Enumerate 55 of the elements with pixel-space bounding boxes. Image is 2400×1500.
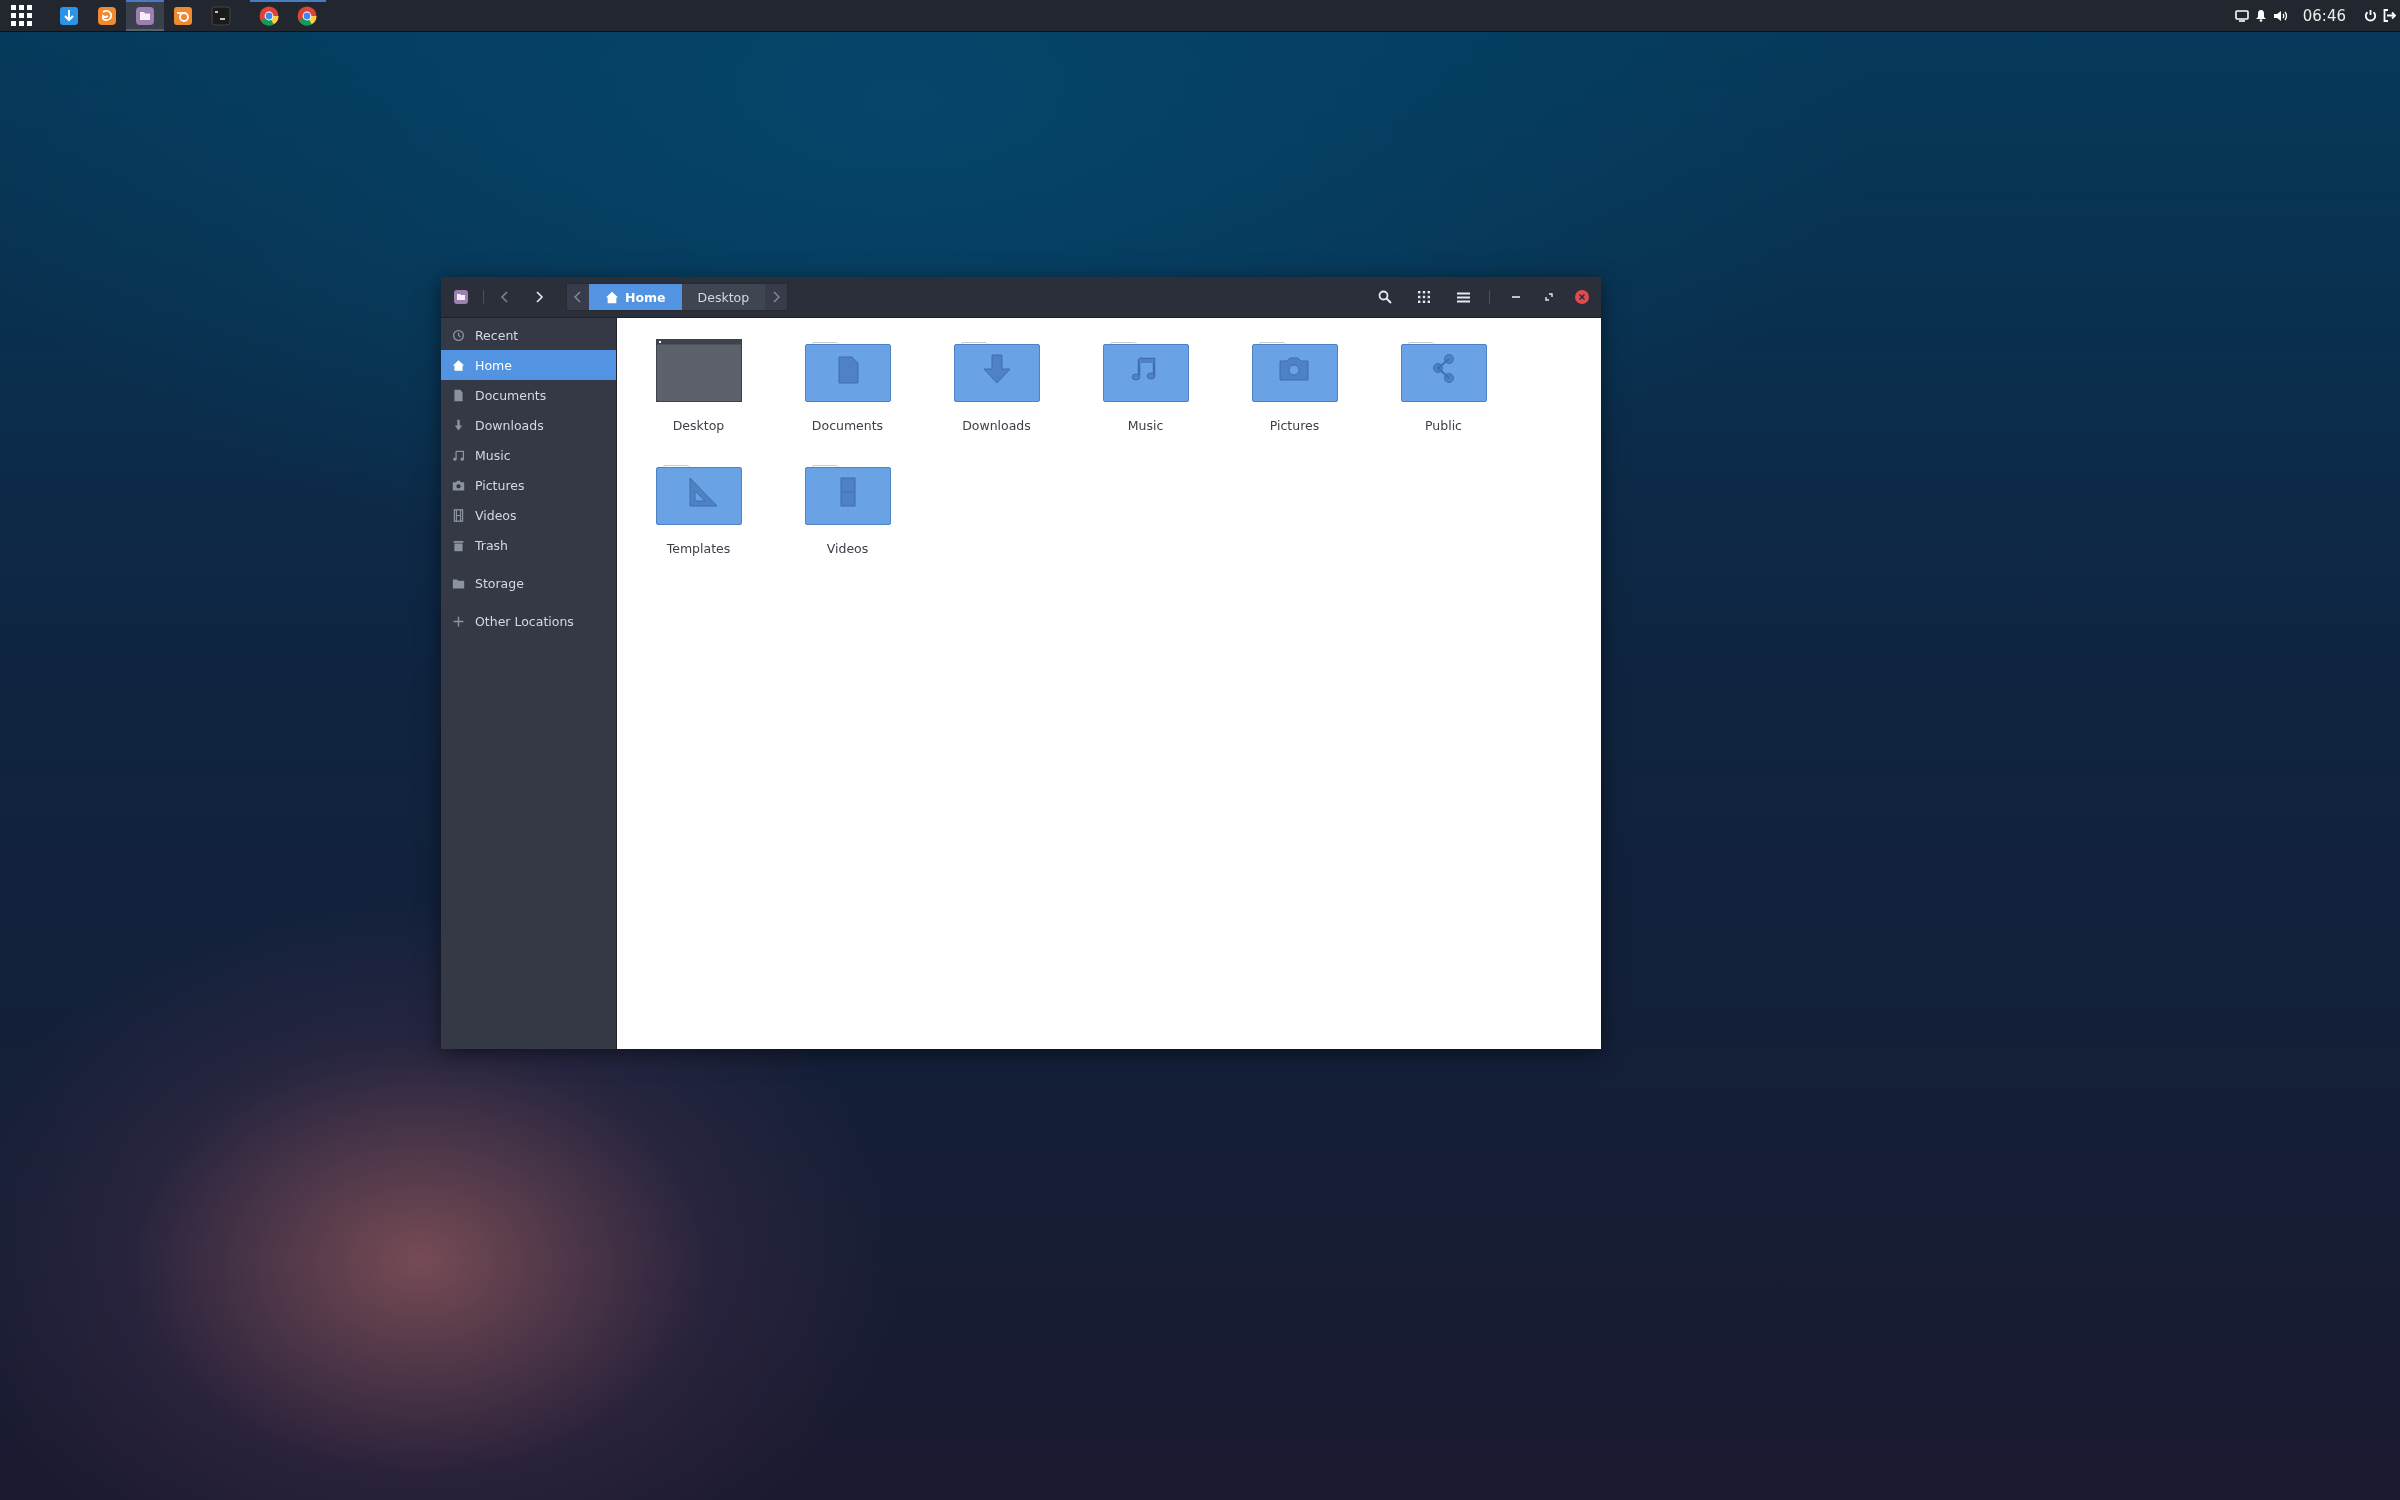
clock-time[interactable]: 06:46 [2302,6,2346,25]
folder-item[interactable]: Documents [773,336,922,459]
bell-icon[interactable] [2254,9,2267,22]
chevron-left-icon [500,290,510,304]
sidebar-item[interactable]: Other Locations [441,606,616,636]
menu-icon [1456,291,1470,303]
grid-icon [1418,291,1430,303]
sidebar-item[interactable]: Music [441,440,616,470]
taskbar-app-button[interactable] [126,0,164,31]
power-icon[interactable] [2364,9,2377,22]
desktop-window-icon [655,336,742,402]
sidebar-item[interactable]: Storage [441,568,616,598]
terminal-icon [210,4,232,27]
browser-icon [296,4,318,27]
folder-app-icon[interactable] [453,289,469,305]
folder-item[interactable]: Pictures [1220,336,1369,459]
speaker-icon[interactable] [2272,9,2289,22]
folder-item[interactable]: Downloads [922,336,1071,459]
clock-icon [452,328,465,342]
document-icon [452,388,465,402]
browser-icon [96,4,118,27]
home-icon [452,358,465,372]
camera-icon [452,478,465,492]
screen-icon[interactable] [2234,9,2249,22]
folder-item[interactable]: Desktop [624,336,773,459]
trash-icon [452,538,465,552]
plus-icon [452,614,465,628]
chevron-right-icon [772,291,781,303]
music-icon [452,448,465,462]
browser-icon [258,4,280,27]
search-icon [1378,290,1392,304]
film-icon [452,508,465,522]
chevron-left-icon [574,291,582,303]
sidebar-item[interactable]: Videos [441,500,616,530]
logout-icon[interactable] [2383,9,2396,22]
home-icon [605,290,619,304]
sidebar-item[interactable]: Documents [441,380,616,410]
folder-item[interactable]: Videos [773,459,922,582]
app-icon [172,4,194,27]
maximize-icon [1545,293,1553,301]
sidebar-item[interactable]: Pictures [441,470,616,500]
drive-icon [452,576,465,590]
path-segment-button[interactable]: Desktop [681,284,766,310]
minimize-icon [1512,296,1520,298]
sidebar-item[interactable]: Downloads [441,410,616,440]
chevron-right-icon [534,290,544,304]
folder-item[interactable]: Public [1369,336,1518,459]
sidebar-item[interactable]: Trash [441,530,616,560]
folder-item[interactable]: Music [1071,336,1220,459]
sidebar-item[interactable]: Recent [441,320,616,350]
close-icon [1575,290,1589,304]
download-app-icon [58,4,80,27]
app-grid-icon[interactable] [11,5,32,26]
folder-app-icon [134,4,156,27]
folder-item[interactable]: Templates [624,459,773,582]
